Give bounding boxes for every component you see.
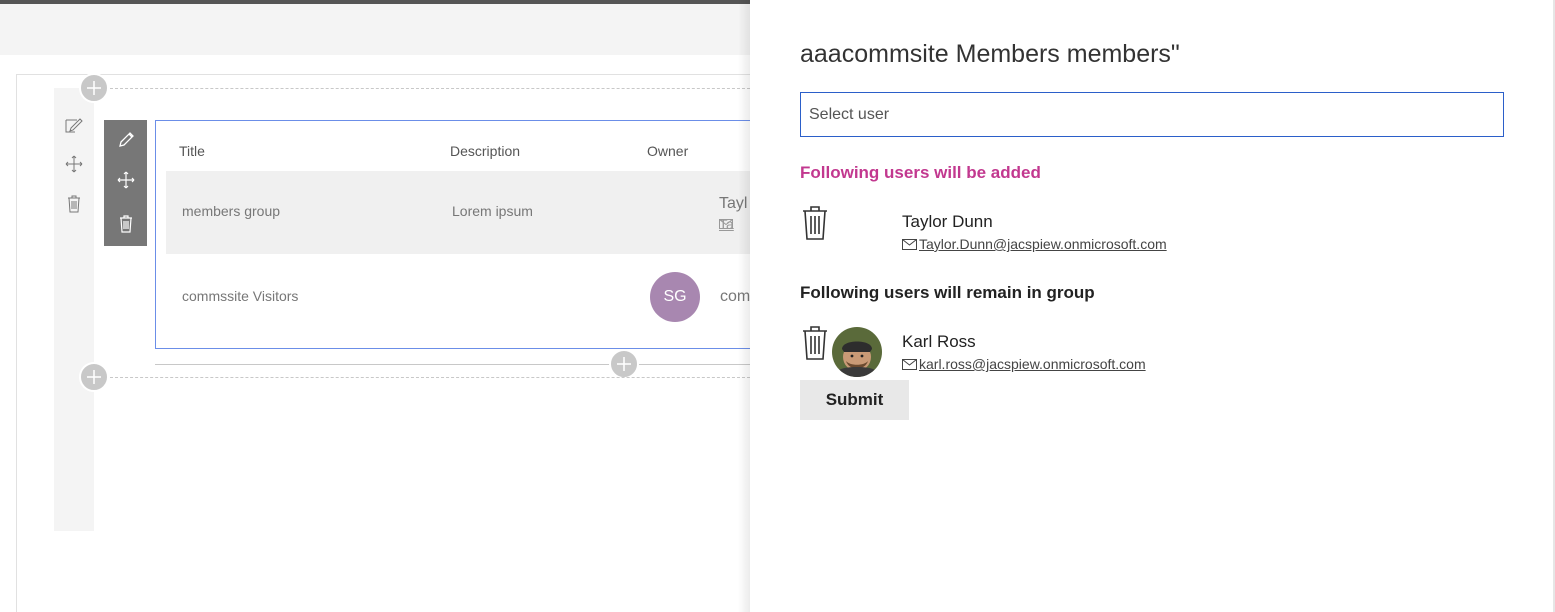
move-webpart-icon[interactable] [104,160,147,200]
remaining-user-name: Karl Ross [902,332,976,351]
submit-button[interactable]: Submit [800,380,909,420]
panel-shadow [738,0,750,612]
table-row[interactable]: commssite Visitors SG com [166,254,755,337]
groups-webpart: Title Description Owner members group Lo… [155,120,755,349]
added-user-email[interactable]: Taylor.Dunn@jacspiew.onmicrosoft.com [919,236,1167,252]
webpart-bottom-boundary [155,364,750,365]
row-title: members group [182,203,281,219]
members-panel: aaacommsite Members members" Following u… [750,0,1555,612]
delete-webpart-trash-icon[interactable] [104,204,147,244]
row-owner-email-wrap: Ta [719,216,734,232]
row-description: Lorem ipsum [452,203,533,219]
move-section-icon[interactable] [54,152,94,176]
section-bottom-boundary [110,377,750,378]
add-webpart-plus-icon[interactable] [609,349,639,379]
add-section-bottom-plus-icon[interactable] [79,362,109,392]
remove-taylor-trash-icon[interactable] [800,205,830,241]
karl-avatar [832,327,882,377]
remaining-users-heading: Following users will remain in group [800,283,1095,302]
sharepoint-page: Title Description Owner members group Lo… [0,0,1555,612]
column-header-owner[interactable]: Owner [647,143,688,159]
added-user-email-wrap: Taylor.Dunn@jacspiew.onmicrosoft.com [902,236,1167,252]
select-user-input[interactable] [800,92,1504,137]
remove-karl-trash-icon[interactable] [800,325,830,361]
delete-section-icon[interactable] [54,192,94,216]
row-owner-email[interactable]: Ta [719,216,734,232]
column-header-title[interactable]: Title [179,143,205,159]
column-header-description[interactable]: Description [450,143,520,159]
section-top-boundary [110,88,750,89]
remaining-user-email[interactable]: karl.ross@jacspiew.onmicrosoft.com [919,356,1146,372]
section-toolbar [54,88,94,531]
row-title: commssite Visitors [182,288,299,304]
owner-avatar: SG [650,272,700,322]
edit-webpart-pencil-icon[interactable] [104,120,147,160]
table-row[interactable]: members group Lorem ipsum Tayl Ta [166,171,755,254]
panel-title: aaacommsite Members members" [800,40,1180,68]
add-section-top-plus-icon[interactable] [79,73,109,103]
webpart-toolbar [104,120,147,246]
mail-icon [902,238,917,250]
added-users-heading: Following users will be added [800,163,1041,182]
mail-icon [902,358,917,370]
remaining-user-email-wrap: karl.ross@jacspiew.onmicrosoft.com [902,356,1146,372]
command-strip [0,4,750,55]
edit-section-icon[interactable] [54,114,94,138]
added-user-name: Taylor Dunn [902,212,993,231]
